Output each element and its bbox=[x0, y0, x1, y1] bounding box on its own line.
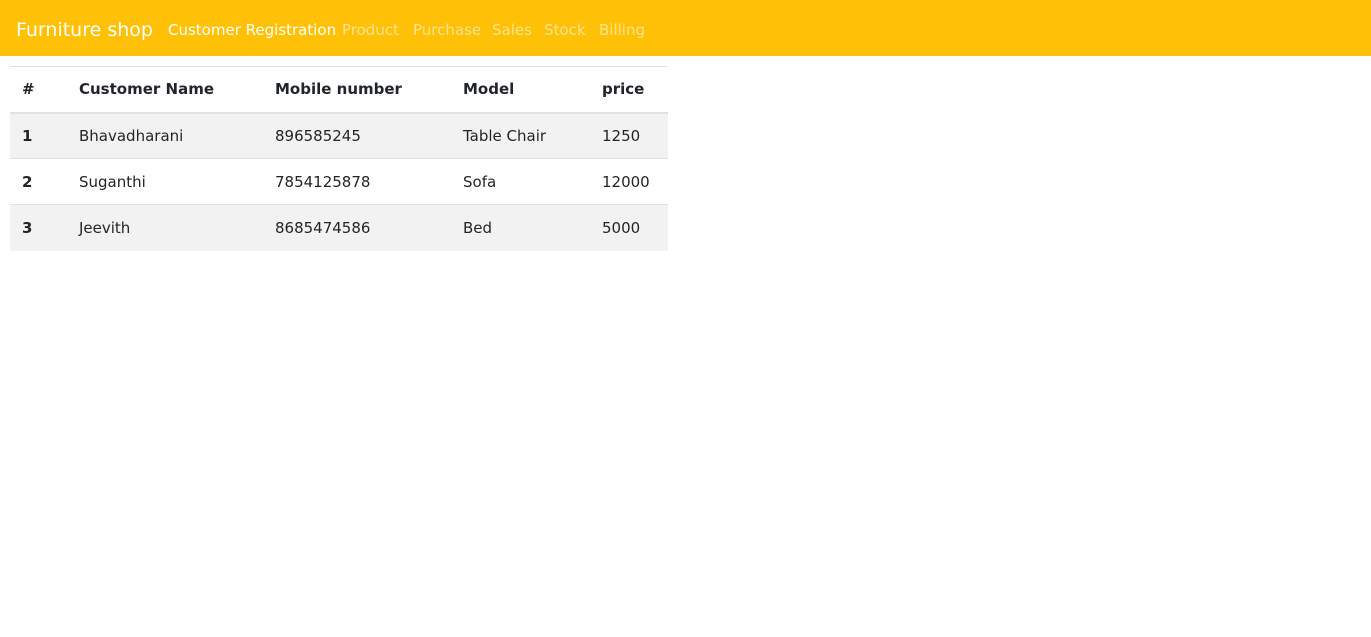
model-cell: Table Chair bbox=[463, 126, 547, 145]
table-row: 2 Suganthi 7854125878 Sofa 12000 bbox=[10, 158, 668, 205]
column-header-price: price bbox=[590, 66, 668, 114]
nav-link-customer-registration[interactable]: Customer Registration bbox=[168, 19, 336, 41]
column-header-number: # bbox=[10, 66, 67, 114]
mobile-number-cell: 7854125878 bbox=[275, 172, 371, 191]
customer-name-cell: Bhavadharani bbox=[79, 126, 184, 145]
model-cell: Sofa bbox=[463, 172, 497, 191]
mobile-number-cell: 896585245 bbox=[275, 126, 361, 145]
nav-link-purchase[interactable]: Purchase bbox=[413, 19, 481, 41]
price-cell: 1250 bbox=[602, 126, 641, 145]
row-number: 2 bbox=[22, 172, 33, 191]
row-number: 1 bbox=[22, 126, 33, 145]
customer-table: # Customer Name Mobile number Model pric… bbox=[10, 66, 668, 251]
nav-link-sales[interactable]: Sales bbox=[492, 19, 532, 41]
customer-name-cell: Suganthi bbox=[79, 172, 146, 191]
nav-link-billing[interactable]: Billing bbox=[599, 19, 645, 41]
model-cell: Bed bbox=[463, 218, 493, 237]
customer-name-cell: Jeevith bbox=[79, 218, 131, 237]
row-number: 3 bbox=[22, 218, 33, 237]
price-cell: 5000 bbox=[602, 218, 641, 237]
table-header-row: # Customer Name Mobile number Model pric… bbox=[10, 66, 668, 114]
top-navbar: Furniture shop Customer Registration Pro… bbox=[0, 0, 1371, 56]
column-header-model: Model bbox=[451, 66, 590, 114]
mobile-number-cell: 8685474586 bbox=[275, 218, 371, 237]
nav-link-product[interactable]: Product bbox=[342, 19, 399, 41]
table-row: 1 Bhavadharani 896585245 Table Chair 125… bbox=[10, 112, 668, 159]
table-row: 3 Jeevith 8685474586 Bed 5000 bbox=[10, 204, 668, 251]
nav-link-stock[interactable]: Stock bbox=[544, 19, 586, 41]
price-cell: 12000 bbox=[602, 172, 650, 191]
table-header: # Customer Name Mobile number Model pric… bbox=[10, 66, 668, 114]
column-header-mobile-number: Mobile number bbox=[263, 66, 451, 114]
brand-link[interactable]: Furniture shop bbox=[16, 16, 153, 44]
column-header-customer-name: Customer Name bbox=[67, 66, 263, 114]
table-body: 1 Bhavadharani 896585245 Table Chair 125… bbox=[10, 112, 668, 251]
